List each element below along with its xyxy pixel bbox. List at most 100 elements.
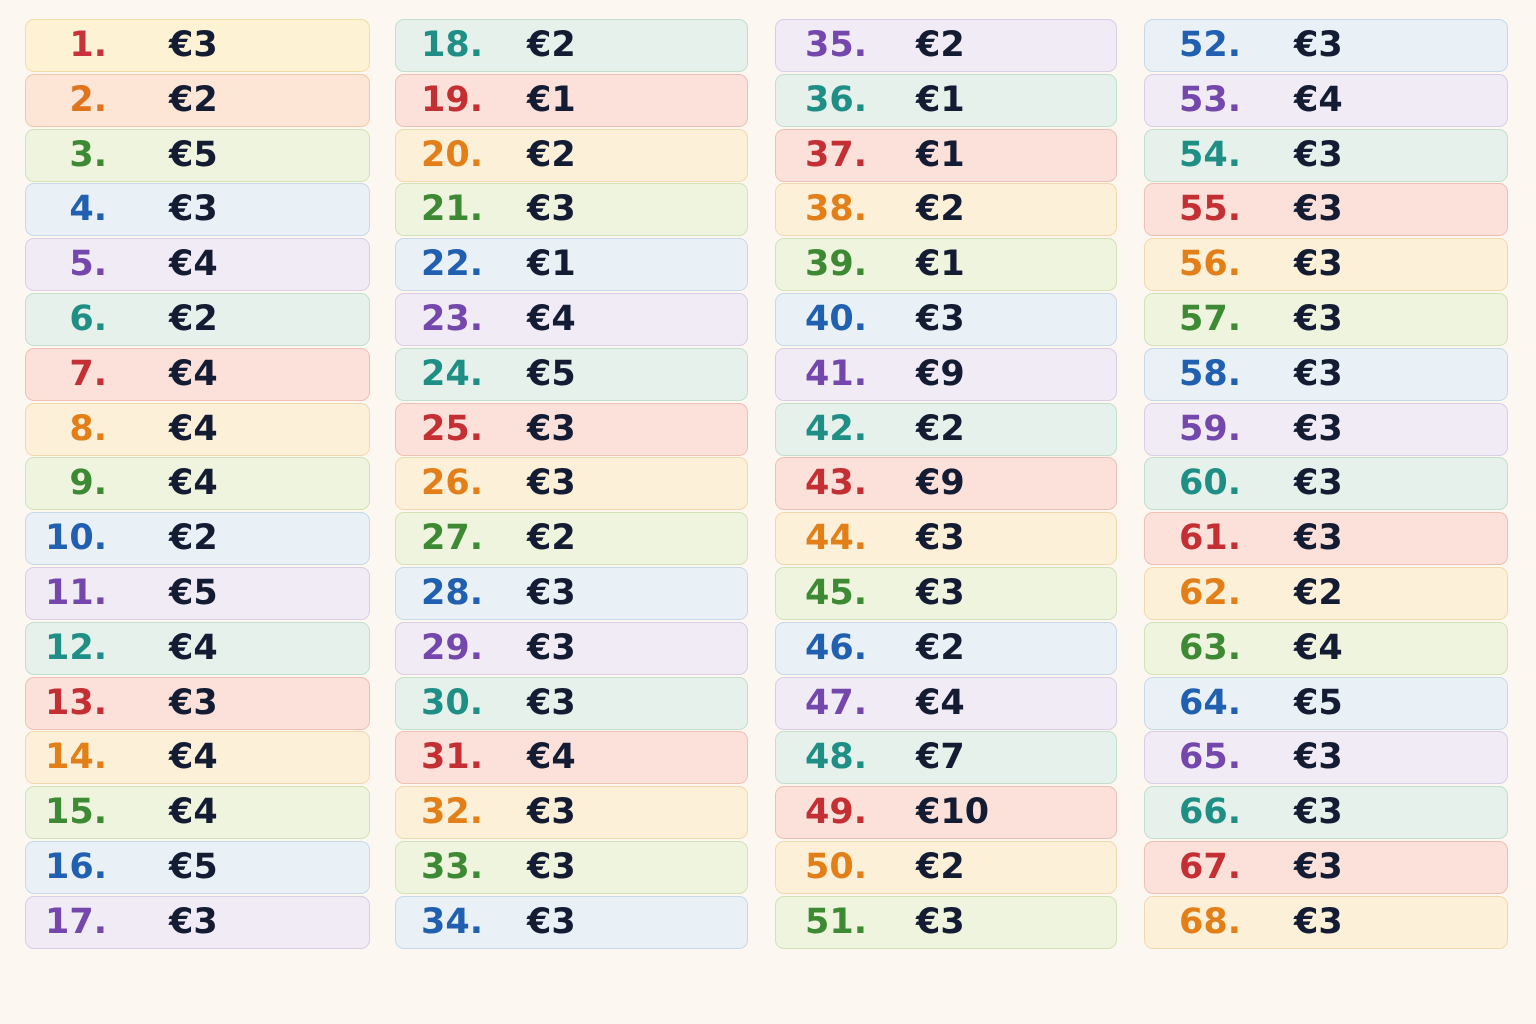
- list-item: 68. €3: [1144, 895, 1508, 949]
- item-number: 63.: [1178, 627, 1241, 668]
- list-item: 45. €3: [775, 566, 1117, 620]
- item-price: €3: [1294, 189, 1343, 230]
- item-price: €2: [916, 189, 965, 230]
- item-price: €3: [1294, 25, 1343, 65]
- list-item: 41. €9: [775, 347, 1117, 401]
- list-item: 47. €4: [775, 676, 1117, 730]
- item-number: 17.: [44, 901, 107, 942]
- list-item: 55. €3: [1144, 183, 1508, 237]
- list-item: 22. €1: [395, 238, 748, 292]
- item-price: €3: [169, 25, 218, 65]
- list-item: 28. €3: [395, 566, 748, 620]
- item-number: 45.: [804, 572, 867, 613]
- list-item: 23. €4: [395, 292, 748, 346]
- item-price: €2: [527, 518, 576, 559]
- item-number: 34.: [420, 901, 483, 942]
- item-number: 46.: [804, 627, 867, 668]
- item-price: €9: [916, 463, 965, 504]
- list-item: 6. €2: [25, 292, 370, 346]
- list-item: 51. €3: [775, 895, 1117, 949]
- list-item: 35. €2: [775, 19, 1117, 72]
- list-item: 37. €1: [775, 128, 1117, 182]
- item-number: 47.: [804, 682, 867, 723]
- price-column-1: 1. €3 2. €2 3. €5 4. €3 5. €4 6. €2 7. €4 8. €4 9. €4 10. €…: [25, 19, 370, 951]
- item-number: 19.: [420, 79, 483, 120]
- item-price: €1: [527, 244, 576, 285]
- item-price: €1: [916, 134, 965, 175]
- item-number: 3.: [69, 134, 107, 175]
- price-list-board: 1. €3 2. €2 3. €5 4. €3 5. €4 6. €2 7. €4 8. €4 9. €4 10. €…: [0, 0, 1536, 1024]
- item-number: 13.: [44, 682, 107, 723]
- list-item: 10. €2: [25, 512, 370, 566]
- item-price: €2: [169, 298, 218, 339]
- list-item: 12. €4: [25, 621, 370, 675]
- list-item: 63. €4: [1144, 621, 1508, 675]
- list-item: 43. €9: [775, 457, 1117, 511]
- list-item: 1. €3: [25, 19, 370, 72]
- item-number: 58.: [1178, 353, 1241, 394]
- list-item: 61. €3: [1144, 512, 1508, 566]
- list-item: 60. €3: [1144, 457, 1508, 511]
- list-item: 58. €3: [1144, 347, 1508, 401]
- item-number: 52.: [1178, 25, 1241, 65]
- list-item: 59. €3: [1144, 402, 1508, 456]
- item-price: €4: [169, 244, 218, 285]
- item-number: 10.: [44, 518, 107, 559]
- item-price: €3: [1294, 792, 1343, 833]
- list-item: 18. €2: [395, 19, 748, 72]
- item-number: 24.: [420, 353, 483, 394]
- item-number: 18.: [420, 25, 483, 65]
- item-number: 7.: [69, 353, 107, 394]
- item-price: €3: [1294, 463, 1343, 504]
- item-number: 44.: [804, 518, 867, 559]
- item-number: 56.: [1178, 244, 1241, 285]
- list-item: 2. €2: [25, 73, 370, 127]
- item-price: €5: [169, 572, 218, 613]
- item-number: 15.: [44, 792, 107, 833]
- list-item: 7. €4: [25, 347, 370, 401]
- item-price: €3: [1294, 408, 1343, 449]
- list-item: 48. €7: [775, 731, 1117, 785]
- item-price: €3: [916, 518, 965, 559]
- list-item: 42. €2: [775, 402, 1117, 456]
- item-price: €3: [1294, 134, 1343, 175]
- item-number: 29.: [420, 627, 483, 668]
- list-item: 5. €4: [25, 238, 370, 292]
- item-number: 2.: [69, 79, 107, 120]
- item-price: €4: [169, 353, 218, 394]
- item-number: 22.: [420, 244, 483, 285]
- item-price: €3: [527, 408, 576, 449]
- item-number: 4.: [69, 189, 107, 230]
- item-price: €3: [527, 463, 576, 504]
- item-number: 40.: [804, 298, 867, 339]
- item-number: 26.: [420, 463, 483, 504]
- item-number: 36.: [804, 79, 867, 120]
- list-item: 34. €3: [395, 895, 748, 949]
- item-price: €3: [527, 627, 576, 668]
- item-price: €3: [1294, 353, 1343, 394]
- list-item: 50. €2: [775, 840, 1117, 894]
- item-number: 53.: [1178, 79, 1241, 120]
- item-price: €1: [527, 79, 576, 120]
- item-price: €1: [916, 79, 965, 120]
- list-item: 64. €5: [1144, 676, 1508, 730]
- item-number: 31.: [420, 737, 483, 778]
- item-number: 33.: [420, 846, 483, 887]
- list-item: 56. €3: [1144, 238, 1508, 292]
- item-number: 32.: [420, 792, 483, 833]
- item-price: €3: [169, 901, 218, 942]
- item-price: €4: [527, 737, 576, 778]
- list-item: 38. €2: [775, 183, 1117, 237]
- item-number: 61.: [1178, 518, 1241, 559]
- item-number: 64.: [1178, 682, 1241, 723]
- item-price: €3: [527, 682, 576, 723]
- item-number: 41.: [804, 353, 867, 394]
- item-price: €4: [169, 737, 218, 778]
- list-item: 20. €2: [395, 128, 748, 182]
- item-number: 28.: [420, 572, 483, 613]
- item-number: 11.: [44, 572, 107, 613]
- list-item: 54. €3: [1144, 128, 1508, 182]
- item-number: 37.: [804, 134, 867, 175]
- item-price: €4: [169, 463, 218, 504]
- item-price: €3: [169, 682, 218, 723]
